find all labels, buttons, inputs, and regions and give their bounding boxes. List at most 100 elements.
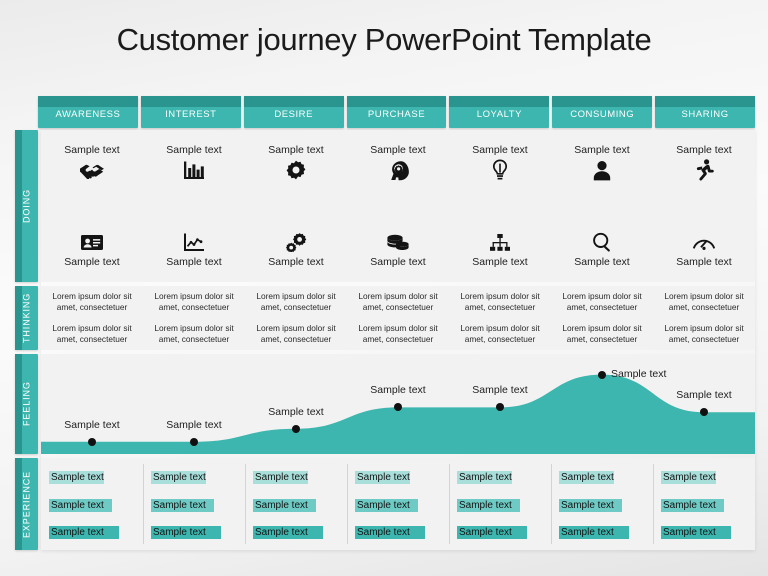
section-tab-thinking[interactable]: THINKING xyxy=(15,286,38,350)
thinking-paragraph[interactable]: Lorem ipsum dolor sit amet, consectetuer xyxy=(453,291,547,313)
thinking-paragraph[interactable]: Lorem ipsum dolor sit amet, consectetuer xyxy=(657,323,751,345)
experience-item[interactable]: Sample text xyxy=(661,525,749,540)
experience-column-2: Sample text Sample text Sample text xyxy=(143,458,245,550)
experience-item-label: Sample text xyxy=(255,527,308,538)
experience-item-label: Sample text xyxy=(153,499,206,511)
experience-item[interactable]: Sample text xyxy=(151,470,239,485)
thinking-paragraph[interactable]: Lorem ipsum dolor sit amet, consectetuer xyxy=(249,291,343,313)
experience-item[interactable]: Sample text xyxy=(253,470,341,485)
doing-cell[interactable]: Sample text xyxy=(349,230,447,268)
experience-item[interactable]: Sample text xyxy=(457,470,545,485)
stage-header-consuming[interactable]: CONSUMING xyxy=(552,96,653,128)
experience-item[interactable]: Sample text xyxy=(151,525,239,540)
feeling-data-point[interactable] xyxy=(496,403,504,412)
doing-cell[interactable]: Sample text xyxy=(247,230,345,268)
thinking-column-5: Lorem ipsum dolor sit amet, consectetuer… xyxy=(449,291,551,345)
experience-item[interactable]: Sample text xyxy=(49,498,137,513)
doing-cell-label: Sample text xyxy=(64,256,120,268)
experience-item[interactable]: Sample text xyxy=(49,525,137,540)
experience-item[interactable]: Sample text xyxy=(457,498,545,513)
experience-item[interactable]: Sample text xyxy=(355,498,443,513)
stage-header-interest[interactable]: INTEREST xyxy=(140,96,241,128)
feeling-data-point[interactable] xyxy=(598,370,606,379)
feeling-data-point[interactable] xyxy=(88,437,96,446)
experience-item[interactable]: Sample text xyxy=(559,498,647,513)
experience-item[interactable]: Sample text xyxy=(559,525,647,540)
experience-item-label: Sample text xyxy=(255,472,308,483)
experience-item[interactable]: Sample text xyxy=(457,525,545,540)
thinking-column-3: Lorem ipsum dolor sit amet, consectetuer… xyxy=(245,291,347,345)
stage-header-label: CONSUMING xyxy=(570,109,635,120)
hierarchy-icon xyxy=(489,230,511,254)
doing-cell[interactable]: Sample text xyxy=(655,144,753,182)
experience-item-label: Sample text xyxy=(459,499,512,511)
experience-item[interactable]: Sample text xyxy=(559,470,647,485)
customer-journey-board: AWARENESS INTEREST DESIRE PURCHASE LOYALTY CO… xyxy=(14,96,756,552)
doing-cell[interactable]: Sample text xyxy=(655,230,753,268)
thinking-paragraph[interactable]: Lorem ipsum dolor sit amet, consectetuer xyxy=(45,323,139,345)
section-tab-doing-label: DOING xyxy=(21,189,32,224)
section-tab-experience-label: EXPERIENCE xyxy=(21,470,32,538)
doing-column-4: Sample text Sample text xyxy=(347,130,449,282)
section-tab-experience[interactable]: EXPERIENCE xyxy=(15,458,38,550)
doing-cell[interactable]: Sample text xyxy=(247,144,345,182)
thinking-paragraph[interactable]: Lorem ipsum dolor sit amet, consectetuer xyxy=(351,323,445,345)
feeling-data-point[interactable] xyxy=(394,403,402,412)
doing-cell[interactable]: Sample text xyxy=(145,230,243,268)
section-tab-doing[interactable]: DOING xyxy=(15,130,38,282)
experience-item[interactable]: Sample text xyxy=(253,525,341,540)
experience-item-label: Sample text xyxy=(459,472,512,483)
feeling-data-point[interactable] xyxy=(700,408,708,417)
feeling-data-point[interactable] xyxy=(292,424,300,433)
doing-grid: Sample text Sample text Sample text Sample … xyxy=(41,130,755,282)
feeling-point-label[interactable]: Sample text xyxy=(370,384,425,396)
feeling-point-label[interactable]: Sample text xyxy=(676,389,731,401)
experience-column-1: Sample text Sample text Sample text xyxy=(41,458,143,550)
feeling-point-label[interactable]: Sample text xyxy=(611,368,666,380)
thinking-paragraph[interactable]: Lorem ipsum dolor sit amet, consectetuer xyxy=(249,323,343,345)
doing-cell-label: Sample text xyxy=(268,144,324,156)
stage-header-purchase[interactable]: PURCHASE xyxy=(346,96,447,128)
thinking-paragraph[interactable]: Lorem ipsum dolor sit amet, consectetuer xyxy=(147,323,241,345)
stage-header-sharing[interactable]: SHARING xyxy=(655,96,756,128)
gears-icon xyxy=(285,230,307,254)
thinking-paragraph[interactable]: Lorem ipsum dolor sit amet, consectetuer xyxy=(555,291,649,313)
thinking-paragraph[interactable]: Lorem ipsum dolor sit amet, consectetuer xyxy=(453,323,547,345)
experience-item[interactable]: Sample text xyxy=(355,470,443,485)
feeling-point-label[interactable]: Sample text xyxy=(268,406,323,418)
stage-header-loyalty[interactable]: LOYALTY xyxy=(449,96,550,128)
doing-cell-label: Sample text xyxy=(166,144,222,156)
doing-cell[interactable]: Sample text xyxy=(553,144,651,182)
feeling-point-label[interactable]: Sample text xyxy=(472,384,527,396)
stage-header-awareness[interactable]: AWARENESS xyxy=(38,96,138,128)
doing-cell[interactable]: Sample text xyxy=(451,144,549,182)
doing-cell[interactable]: Sample text xyxy=(43,230,141,268)
doing-column-3: Sample text Sample text xyxy=(245,130,347,282)
thinking-grid: Lorem ipsum dolor sit amet, consectetuer… xyxy=(41,286,755,350)
section-tab-feeling[interactable]: FEELING xyxy=(15,354,38,454)
doing-cell[interactable]: Sample text xyxy=(553,230,651,268)
feeling-data-point[interactable] xyxy=(190,437,198,446)
experience-item[interactable]: Sample text xyxy=(661,498,749,513)
thinking-paragraph[interactable]: Lorem ipsum dolor sit amet, consectetuer xyxy=(45,291,139,313)
thinking-paragraph[interactable]: Lorem ipsum dolor sit amet, consectetuer xyxy=(147,291,241,313)
experience-item[interactable]: Sample text xyxy=(151,498,239,513)
thinking-paragraph[interactable]: Lorem ipsum dolor sit amet, consectetuer xyxy=(657,291,751,313)
thinking-paragraph[interactable]: Lorem ipsum dolor sit amet, consectetuer xyxy=(351,291,445,313)
feeling-point-label[interactable]: Sample text xyxy=(166,419,221,431)
experience-item[interactable]: Sample text xyxy=(661,470,749,485)
thinking-paragraph[interactable]: Lorem ipsum dolor sit amet, consectetuer xyxy=(555,323,649,345)
doing-cell[interactable]: Sample text xyxy=(451,230,549,268)
doing-cell[interactable]: Sample text xyxy=(43,144,141,182)
stage-header-label: INTEREST xyxy=(165,109,217,120)
stage-header-desire[interactable]: DESIRE xyxy=(243,96,344,128)
doing-cell[interactable]: Sample text xyxy=(145,144,243,182)
experience-item-label: Sample text xyxy=(459,527,512,538)
doing-cell[interactable]: Sample text xyxy=(349,144,447,182)
experience-item[interactable]: Sample text xyxy=(49,470,137,485)
feeling-point-label[interactable]: Sample text xyxy=(64,419,119,431)
experience-item[interactable]: Sample text xyxy=(355,525,443,540)
experience-row: Sample text Sample text Sample text Sample … xyxy=(41,458,755,550)
experience-item[interactable]: Sample text xyxy=(253,498,341,513)
feeling-row: Sample text Sample text Sample text Sample … xyxy=(41,354,755,454)
